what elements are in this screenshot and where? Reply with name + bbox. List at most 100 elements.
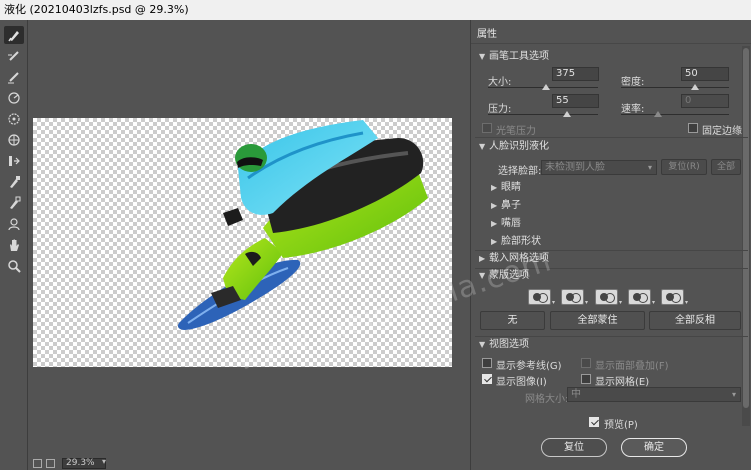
show-face-overlay-label: 显示面部叠加(F): [595, 361, 669, 372]
ok-button[interactable]: 确定: [621, 438, 687, 457]
face-icon[interactable]: [4, 215, 24, 233]
view-options-header[interactable]: ▼ 视图选项: [471, 336, 751, 354]
bloat-icon[interactable]: [4, 131, 24, 149]
mask-all-button[interactable]: 全部蒙住: [550, 311, 645, 330]
view-options-title: 视图选项: [489, 339, 529, 350]
chevron-down-icon: ▾: [647, 163, 652, 172]
reset-button[interactable]: 复位: [541, 438, 607, 457]
rate-label: 速率:: [621, 104, 645, 115]
reconstruct-brush-icon[interactable]: [4, 47, 24, 65]
face-shape-subsection[interactable]: ▶ 脸部形状: [471, 233, 751, 251]
caret-icon: ▾: [685, 299, 689, 306]
tool-bar: [0, 20, 28, 470]
mask-options-title: 蒙版选项: [489, 270, 529, 281]
chevron-down-icon: ▾: [731, 390, 736, 399]
rate-input[interactable]: 0: [681, 94, 729, 108]
size-label: 大小:: [488, 77, 512, 88]
brush-options-header[interactable]: ▼ 画笔工具选项: [471, 48, 751, 66]
preview-checkbox[interactable]: [589, 417, 599, 427]
triangle-right-icon: ▶: [491, 183, 498, 192]
show-mesh-label: 显示网格(E): [595, 377, 650, 388]
eyes-subsection[interactable]: ▶ 眼睛: [471, 179, 751, 197]
mouth-subsection[interactable]: ▶ 嘴唇: [471, 215, 751, 233]
show-image-checkbox[interactable]: [482, 374, 492, 384]
triangle-right-icon: ▶: [491, 219, 498, 228]
mesh-size-label: 网格大小:: [525, 394, 569, 405]
triangle-right-icon: ▶: [491, 237, 498, 246]
thaw-mask-icon[interactable]: [4, 194, 24, 212]
density-slider-thumb[interactable]: [691, 84, 699, 90]
mask-none-button[interactable]: 无: [480, 311, 545, 330]
show-guides-checkbox[interactable]: [482, 358, 492, 368]
triangle-right-icon: ▶: [491, 201, 498, 210]
pressure-label: 压力:: [488, 104, 512, 115]
select-face-label: 选择脸部:: [498, 166, 542, 177]
freeze-mask-icon[interactable]: [4, 173, 24, 191]
caret-icon: ▾: [652, 299, 656, 306]
invert-all-button[interactable]: 全部反相: [649, 311, 741, 330]
face-shape-label: 脸部形状: [501, 236, 541, 247]
density-input[interactable]: 50: [681, 67, 729, 81]
density-slider[interactable]: [621, 87, 729, 88]
pin-edges-label: 固定边缘: [702, 126, 742, 137]
pressure-input[interactable]: 55: [552, 94, 599, 108]
info-icon[interactable]: [46, 459, 55, 468]
size-input[interactable]: 375: [552, 67, 599, 81]
pin-edges-checkbox[interactable]: [688, 123, 698, 133]
window-title: 液化 (20210403lzfs.psd @ 29.3%): [0, 0, 751, 20]
stylus-pressure-label: 光笔压力: [496, 126, 536, 137]
mask-invert-icon[interactable]: [661, 289, 684, 305]
triangle-down-icon: ▼: [479, 142, 486, 151]
size-slider-thumb[interactable]: [542, 84, 550, 90]
view-icon[interactable]: [33, 459, 42, 468]
zoom-level[interactable]: 29.3%: [62, 458, 106, 469]
mask-subtract-icon[interactable]: [595, 289, 618, 305]
pucker-icon[interactable]: [4, 110, 24, 128]
finger-brush-icon[interactable]: [4, 26, 24, 44]
smooth-brush-icon[interactable]: [4, 68, 24, 86]
select-face-dropdown[interactable]: 未检测到人脸 ▾: [541, 160, 657, 175]
select-face-value: 未检测到人脸: [545, 162, 605, 173]
load-mesh-title: 载入网格选项: [489, 253, 549, 264]
status-bar: 29.3% ▾: [28, 457, 466, 470]
canvas-area[interactable]: [28, 20, 466, 458]
mesh-size-dropdown[interactable]: 中 ▾: [567, 387, 741, 402]
density-label: 密度:: [621, 77, 645, 88]
stylus-pressure-checkbox[interactable]: [482, 123, 492, 133]
twirl-icon[interactable]: [4, 89, 24, 107]
show-mesh-checkbox[interactable]: [581, 374, 591, 384]
caret-icon: ▾: [585, 299, 589, 306]
face-reset-button[interactable]: 复位(R): [661, 159, 707, 175]
hand-icon[interactable]: [4, 236, 24, 254]
face-all-button[interactable]: 全部: [711, 159, 741, 175]
pressure-slider[interactable]: [488, 114, 598, 115]
brush-options-title: 画笔工具选项: [489, 51, 549, 62]
face-liquify-title: 人脸识别液化: [489, 141, 549, 152]
triangle-down-icon: ▼: [479, 340, 486, 349]
show-image-label: 显示图像(I): [496, 377, 547, 388]
mesh-size-value: 中: [571, 389, 581, 400]
mask-add-icon[interactable]: [561, 289, 584, 305]
caret-icon: ▾: [619, 299, 623, 306]
face-liquify-header[interactable]: ▼ 人脸识别液化: [471, 138, 751, 156]
chevron-down-icon[interactable]: ▾: [102, 457, 106, 466]
rate-slider[interactable]: [621, 114, 729, 115]
show-face-overlay-checkbox[interactable]: [581, 358, 591, 368]
push-left-icon[interactable]: [4, 152, 24, 170]
show-guides-label: 显示参考线(G): [496, 361, 562, 372]
nose-subsection[interactable]: ▶ 鼻子: [471, 197, 751, 215]
load-mesh-header[interactable]: ▶ 载入网格选项: [471, 250, 751, 268]
caret-icon: ▾: [552, 299, 556, 306]
mask-replace-icon[interactable]: [528, 289, 551, 305]
rate-slider-thumb[interactable]: [654, 111, 662, 117]
mask-options-header[interactable]: ▼ 蒙版选项: [471, 267, 751, 285]
pressure-slider-thumb[interactable]: [563, 111, 571, 117]
mask-intersect-icon[interactable]: [628, 289, 651, 305]
eyes-label: 眼睛: [501, 182, 521, 193]
zoom-icon[interactable]: [4, 257, 24, 275]
triangle-right-icon: ▶: [479, 254, 486, 263]
triangle-down-icon: ▼: [479, 271, 486, 280]
image-canvas[interactable]: [33, 118, 452, 367]
properties-panel: 属性 ▼ 画笔工具选项 大小: 375 密度: 50 压力: 55 速率: 0 光…: [470, 20, 751, 470]
preview-label: 预览(P): [604, 420, 638, 431]
